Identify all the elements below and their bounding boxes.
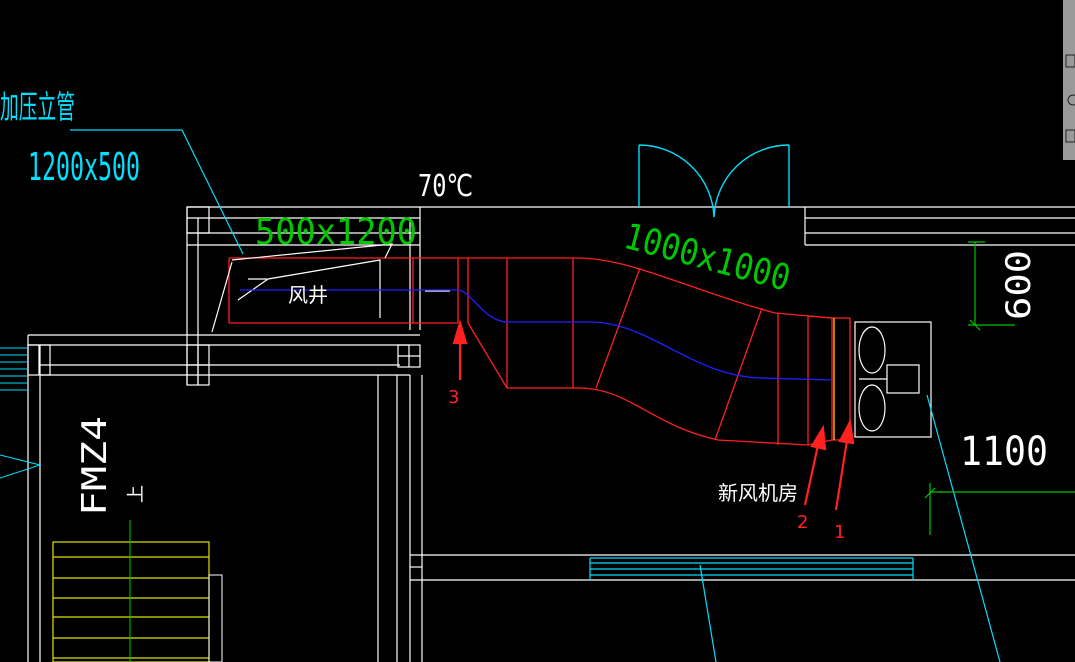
riser-title: 加压立管 — [0, 88, 75, 126]
fan-unit — [854, 321, 932, 438]
double-door — [638, 144, 790, 218]
side-toolbar — [1063, 0, 1075, 160]
left-edge-lines — [0, 347, 42, 479]
cad-drawing-canvas[interactable]: 加压立管 1200x500 70℃ 500x1200 风井 1000x1000 … — [0, 0, 1075, 662]
stair-up-label: 上 — [126, 485, 147, 503]
temperature-label: 70℃ — [418, 169, 473, 204]
marker-1: 1 — [834, 522, 845, 543]
walls — [27, 206, 1075, 662]
dimension-600: 600 — [999, 250, 1039, 320]
door-code: FMZ4 — [75, 416, 115, 516]
stair-rail — [208, 574, 223, 662]
shaft-label: 风井 — [288, 283, 328, 307]
stair — [52, 541, 210, 662]
dimension-1100: 1100 — [960, 429, 1048, 475]
cad-drawing: 加压立管 1200x500 70℃ 500x1200 风井 1000x1000 … — [0, 0, 1075, 662]
riser-size: 1200x500 — [28, 145, 140, 189]
main-duct-size: 1000x1000 — [620, 216, 795, 300]
marker-3: 3 — [448, 387, 459, 408]
room-label: 新风机房 — [718, 481, 798, 505]
shaft-outline — [211, 243, 450, 333]
shaft-duct-size: 500x1200 — [255, 212, 417, 253]
marker-2: 2 — [797, 512, 808, 533]
